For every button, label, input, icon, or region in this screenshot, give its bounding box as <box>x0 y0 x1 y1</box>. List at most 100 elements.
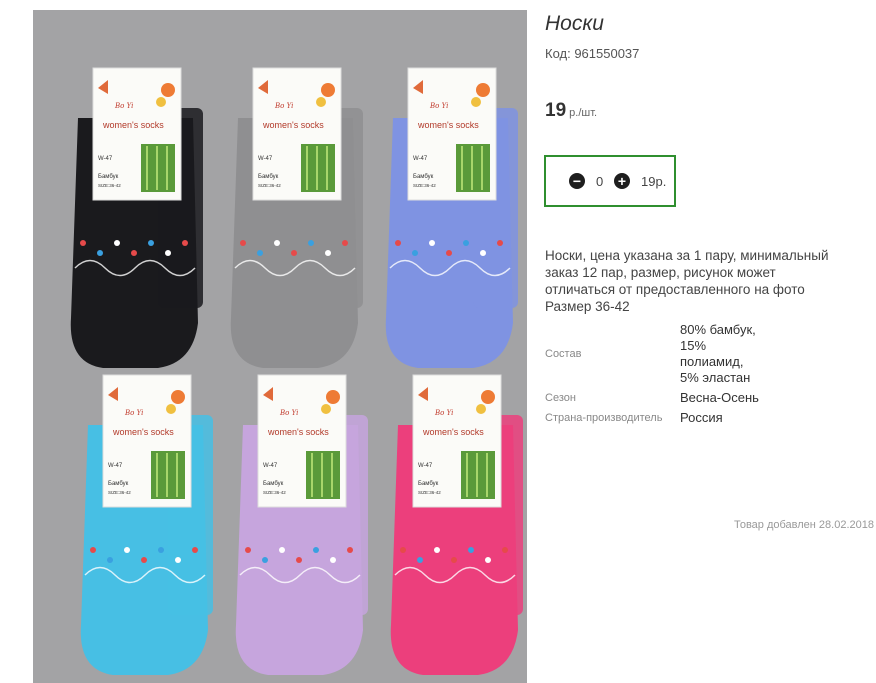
pattern-dot <box>90 547 96 553</box>
pattern-dot <box>296 557 302 563</box>
label-material: Бамбук <box>108 481 129 487</box>
pattern-dot <box>485 557 491 563</box>
flower-icon <box>471 97 481 107</box>
flower-icon <box>171 390 185 404</box>
product-description: Носки, цена указана за 1 пару, минимальн… <box>545 248 829 314</box>
label-model: W-47 <box>108 463 123 469</box>
flower-icon <box>476 404 486 414</box>
property-label: Страна-производитель <box>545 412 663 424</box>
flower-icon <box>321 404 331 414</box>
label-brand: Bo Yi <box>274 102 293 110</box>
pattern-dot <box>330 557 336 563</box>
properties-table: Состав 80% бамбук, 15% полиамид, 5% элас… <box>545 320 760 428</box>
pattern-dot <box>468 547 474 553</box>
label-model: W-47 <box>258 156 273 162</box>
price-unit: р./шт. <box>569 107 598 119</box>
date-added: Товар добавлен 28.02.2018 <box>733 519 874 531</box>
flower-icon <box>321 83 335 97</box>
pattern-dot <box>165 250 171 256</box>
pattern-dot <box>97 250 103 256</box>
label-material: Бамбук <box>418 481 439 487</box>
pattern-dot <box>124 547 130 553</box>
pattern-dot <box>313 547 319 553</box>
label-material: Бамбук <box>413 174 434 180</box>
pattern-dot <box>395 240 401 246</box>
pattern-dot <box>308 240 314 246</box>
increase-quantity-button[interactable]: + <box>614 173 630 189</box>
quantity-value: 0 <box>596 174 604 189</box>
pattern-dot <box>141 557 147 563</box>
pattern-dot <box>192 547 198 553</box>
pattern-dot <box>262 557 268 563</box>
product-code: Код: 961550037 <box>545 46 640 61</box>
label-title: women's socks <box>422 427 484 437</box>
product-price: 19 р./шт. <box>545 100 597 122</box>
label-size: SIZE:36-42 <box>258 183 281 188</box>
pattern-dot <box>412 250 418 256</box>
label-title: women's socks <box>267 427 329 437</box>
pattern-dot <box>182 240 188 246</box>
pattern-dot <box>245 547 251 553</box>
pattern-dot <box>107 557 113 563</box>
label-size: SIZE:36-42 <box>263 490 286 495</box>
pattern-dot <box>463 240 469 246</box>
label-title: women's socks <box>102 120 164 130</box>
label-brand: Bo Yi <box>114 102 133 110</box>
label-size: SIZE:36-42 <box>98 183 121 188</box>
product-photo[interactable]: Bo Yi women's socks W-47 Бамбук SIZE:36-42 Bo… <box>33 10 527 683</box>
pattern-dot <box>148 240 154 246</box>
label-size: SIZE:36-42 <box>413 183 436 188</box>
pattern-dot <box>257 250 263 256</box>
pattern-dot <box>417 557 423 563</box>
label-model: W-47 <box>263 463 278 469</box>
property-label: Состав <box>545 348 582 360</box>
flower-icon <box>316 97 326 107</box>
pattern-dot <box>240 240 246 246</box>
property-value: Россия <box>680 410 723 425</box>
property-value: Весна-Осень <box>680 390 759 405</box>
pattern-dot <box>131 250 137 256</box>
pattern-dot <box>274 240 280 246</box>
label-brand: Bo Yi <box>279 409 298 417</box>
pattern-dot <box>446 250 452 256</box>
decrease-quantity-button[interactable]: − <box>569 173 585 189</box>
flower-icon <box>156 97 166 107</box>
quantity-sum: 19р. <box>641 174 667 189</box>
flower-icon <box>166 404 176 414</box>
pattern-dot <box>114 240 120 246</box>
property-row: Страна-производитель Россия <box>545 408 760 428</box>
label-brand: Bo Yi <box>434 409 453 417</box>
label-material: Бамбук <box>98 174 119 180</box>
flower-icon <box>161 83 175 97</box>
pattern-dot <box>291 250 297 256</box>
label-material: Бамбук <box>263 481 284 487</box>
price-value: 19 <box>545 100 567 121</box>
label-size: SIZE:36-42 <box>418 490 441 495</box>
label-model: W-47 <box>418 463 433 469</box>
pattern-dot <box>429 240 435 246</box>
label-material: Бамбук <box>258 174 279 180</box>
pattern-dot <box>502 547 508 553</box>
property-label: Сезон <box>545 392 576 404</box>
pattern-dot <box>480 250 486 256</box>
pattern-dot <box>325 250 331 256</box>
pattern-dot <box>158 547 164 553</box>
flower-icon <box>481 390 495 404</box>
pattern-dot <box>80 240 86 246</box>
pattern-dot <box>434 547 440 553</box>
product-title: Носки <box>545 12 604 35</box>
label-title: women's socks <box>417 120 479 130</box>
label-model: W-47 <box>413 156 428 162</box>
property-value: 80% бамбук, 15% полиамид, 5% эластан <box>680 322 756 385</box>
property-row: Сезон Весна-Осень <box>545 388 760 408</box>
label-size: SIZE:36-42 <box>108 490 131 495</box>
pattern-dot <box>497 240 503 246</box>
label-model: W-47 <box>98 156 113 162</box>
label-title: women's socks <box>112 427 174 437</box>
socks-image: Bo Yi women's socks W-47 Бамбук SIZE:36-42 Bo… <box>70 67 523 675</box>
label-title: women's socks <box>262 120 324 130</box>
label-brand: Bo Yi <box>124 409 143 417</box>
quantity-stepper: − 0 + 19р. <box>544 155 676 207</box>
pattern-dot <box>342 240 348 246</box>
pattern-dot <box>175 557 181 563</box>
